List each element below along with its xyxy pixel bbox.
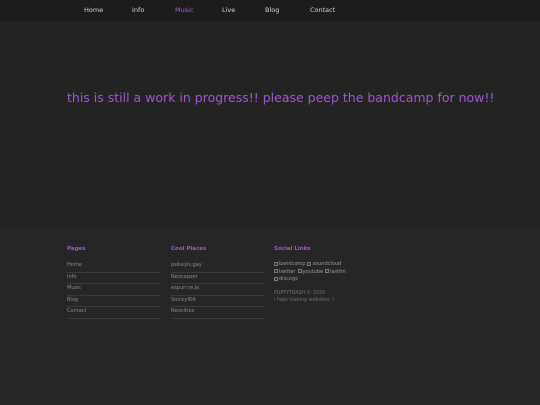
copyright-text: PUPPYTRASH © 2020 (274, 290, 326, 296)
cool-place-link[interactable]: espurr.re.je (171, 284, 265, 296)
broken-image-icon (274, 261, 278, 266)
social-links: bandcamp soundcloud twitter youtube lastfm … (274, 261, 384, 284)
social-row: twitter youtube lastfm (274, 269, 384, 277)
footer-pages-column: Pages Home Info Music Blog Contact (67, 245, 161, 319)
discogs-link[interactable]: discogs (274, 276, 298, 284)
footer-social-column: Social Links bandcamp soundcloud twitter y… (274, 245, 384, 304)
pages-list: Home Info Music Blog Contact (67, 261, 161, 319)
broken-image-icon (274, 269, 278, 273)
cool-place-link[interactable]: Neocities (171, 307, 265, 319)
cool-place-link[interactable]: Sonicyl64 (171, 296, 265, 307)
tagline-text: i hate making websites :) (274, 297, 335, 303)
cool-places-list: psikeyis.gay Neocapser espurr.re.je Soni… (171, 261, 265, 319)
pages-item-blog[interactable]: Blog (67, 296, 161, 307)
cool-place-link[interactable]: psikeyis.gay (171, 261, 265, 273)
pages-item-info[interactable]: Info (67, 273, 161, 284)
lastfm-link[interactable]: lastfm (325, 269, 346, 277)
social-heading: Social Links (274, 246, 311, 252)
page: Home Info Music Live Blog Contact this i… (0, 0, 540, 405)
nav-live-link[interactable]: Live (222, 6, 235, 15)
lastfm-alt-text: lastfm (330, 268, 346, 275)
broken-image-icon (274, 276, 278, 281)
social-row: discogs (274, 276, 384, 284)
youtube-link[interactable]: youtube (297, 268, 324, 277)
pages-heading: Pages (67, 246, 86, 252)
nav-music-link[interactable]: Music (175, 6, 194, 15)
social-row: bandcamp soundcloud (274, 261, 384, 269)
broken-image-icon (325, 269, 330, 273)
pages-item-contact[interactable]: Contact (67, 307, 161, 319)
nav-info-link[interactable]: Info (132, 6, 144, 15)
nav-home-link[interactable]: Home (84, 6, 103, 15)
nav-contact-link[interactable]: Contact (310, 6, 335, 15)
twitter-alt-text: twitter (279, 268, 296, 275)
footer-copy-block: PUPPYTRASH © 2020 i hate making websites… (274, 290, 384, 304)
cool-place-link[interactable]: Neocapser (171, 273, 265, 284)
pages-item-music[interactable]: Music (67, 284, 161, 296)
soundcloud-link[interactable]: soundcloud (307, 261, 341, 269)
twitter-link[interactable]: twitter (274, 269, 296, 277)
discogs-alt-text: discogs (279, 276, 298, 282)
pages-item-home[interactable]: Home (67, 261, 161, 273)
bandcamp-link[interactable]: bandcamp (274, 261, 305, 269)
youtube-alt-text: youtube (302, 268, 324, 275)
top-nav: Home Info Music Live Blog Contact (0, 0, 540, 22)
bandcamp-alt-text: bandcamp (279, 261, 306, 267)
broken-image-icon (297, 269, 302, 273)
broken-image-icon (307, 261, 312, 266)
footer-cool-places-column: Cool Places psikeyis.gay Neocapser espur… (171, 245, 265, 319)
hero-message: this is still a work in progress!! pleas… (67, 90, 495, 105)
nav-blog-link[interactable]: Blog (265, 6, 279, 15)
soundcloud-alt-text: soundcloud (312, 261, 342, 267)
cool-places-heading: Cool Places (171, 246, 207, 252)
